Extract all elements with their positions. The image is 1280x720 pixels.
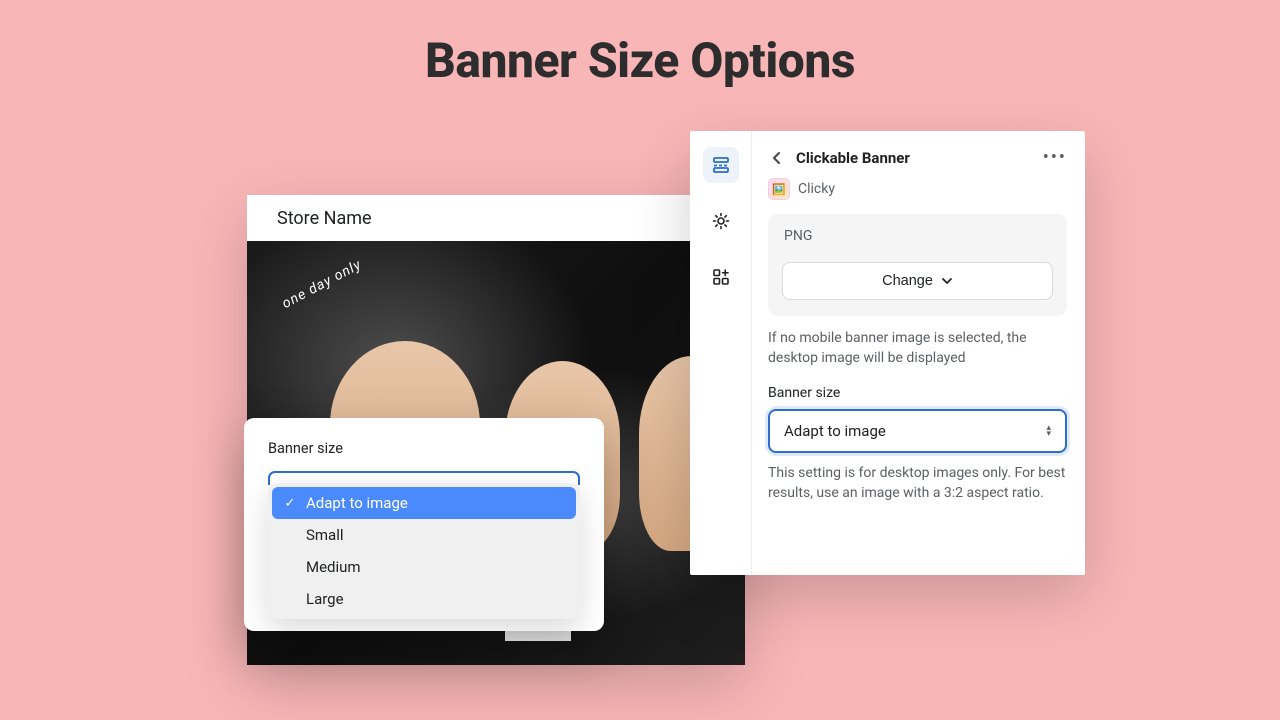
- check-icon: ✓: [282, 496, 298, 511]
- hero-title: Banner Size Options: [0, 32, 1280, 89]
- more-menu[interactable]: •••: [1043, 147, 1067, 168]
- chevron-down-icon: [941, 275, 953, 287]
- gear-icon: [711, 211, 731, 231]
- banner-size-value: Adapt to image: [784, 422, 886, 440]
- option-medium[interactable]: ✓ Medium: [272, 551, 576, 583]
- option-small[interactable]: ✓ Small: [272, 519, 576, 551]
- settings-rail-button[interactable]: [703, 203, 739, 239]
- file-type-badge: PNG: [782, 218, 1053, 262]
- panel-body: Clickable Banner ••• 🖼️ Clicky PNG Chang…: [752, 131, 1085, 575]
- panel-title: Clickable Banner: [796, 149, 1033, 167]
- settings-panel: Clickable Banner ••• 🖼️ Clicky PNG Chang…: [690, 131, 1085, 575]
- option-label: Small: [306, 526, 344, 544]
- app-name: Clicky: [798, 181, 835, 197]
- app-indicator: 🖼️ Clicky: [768, 178, 1067, 200]
- banner-size-options[interactable]: ✓ Adapt to image ✓ Small ✓ Medium ✓ Larg…: [268, 483, 580, 619]
- change-image-button[interactable]: Change: [782, 262, 1053, 300]
- sort-icon: ▴▾: [1046, 425, 1051, 437]
- sections-icon: [711, 155, 731, 175]
- store-name: Store Name: [247, 195, 745, 241]
- sidebar-rail: [690, 131, 752, 575]
- back-button[interactable]: [768, 149, 786, 167]
- apps-icon: [711, 267, 731, 287]
- sections-rail-button[interactable]: [703, 147, 739, 183]
- change-button-label: Change: [882, 273, 933, 289]
- banner-size-dropdown-popover: Banner size ✓ Adapt to image ✓ Small ✓ M…: [244, 418, 604, 631]
- banner-size-select[interactable]: Adapt to image ▴▾: [768, 409, 1067, 453]
- option-adapt-to-image[interactable]: ✓ Adapt to image: [272, 487, 576, 519]
- promo-overlay-text: one day only: [279, 257, 364, 312]
- option-label: Adapt to image: [306, 494, 408, 512]
- option-label: Large: [306, 590, 344, 608]
- banner-size-label: Banner size: [768, 385, 1067, 401]
- apps-rail-button[interactable]: [703, 259, 739, 295]
- panel-header: Clickable Banner •••: [768, 147, 1067, 168]
- image-card: PNG Change: [768, 214, 1067, 316]
- app-icon: 🖼️: [768, 178, 790, 200]
- option-label: Medium: [306, 558, 361, 576]
- banner-size-label: Banner size: [268, 440, 580, 457]
- mobile-fallback-note: If no mobile banner image is selected, t…: [768, 328, 1067, 369]
- banner-size-help: This setting is for desktop images only.…: [768, 463, 1067, 504]
- chevron-left-icon: [770, 151, 784, 165]
- option-large[interactable]: ✓ Large: [272, 583, 576, 615]
